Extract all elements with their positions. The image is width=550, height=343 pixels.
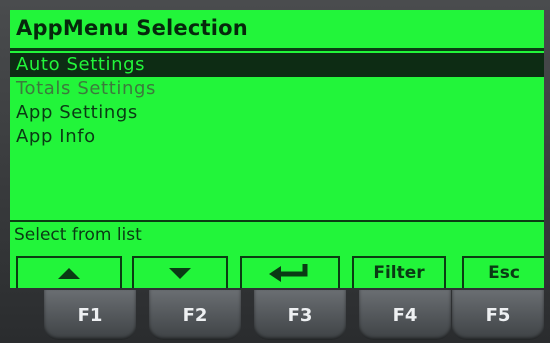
arrow-up-icon [58,267,80,279]
f4-button[interactable]: F4 [359,290,451,340]
title-bar: AppMenu Selection [10,10,544,51]
menu-list: Auto Settings Totals Settings App Settin… [10,51,544,226]
enter-icon [269,264,308,282]
f1-button[interactable]: F1 [44,290,136,340]
softkey-up[interactable] [16,256,122,288]
page-title: AppMenu Selection [16,16,248,40]
menu-item-totals-settings[interactable]: Totals Settings [10,77,544,101]
f5-button[interactable]: F5 [452,290,544,340]
softkey-filter[interactable]: Filter [352,256,446,288]
filter-label: Filter [373,263,425,283]
status-text: Select from list [14,225,142,245]
softkey-row: Filter Esc [10,246,544,288]
softkey-down[interactable] [132,256,228,288]
status-line: Select from list [10,220,544,246]
menu-item-app-settings[interactable]: App Settings [10,101,544,125]
lcd-screen: AppMenu Selection Auto Settings Totals S… [10,10,544,288]
softkey-enter[interactable] [240,256,340,288]
menu-item-app-info[interactable]: App Info [10,125,544,149]
f3-button[interactable]: F3 [254,290,346,340]
esc-label: Esc [488,263,520,283]
softkey-esc[interactable]: Esc [462,256,544,288]
f2-button[interactable]: F2 [149,290,241,340]
menu-item-auto-settings[interactable]: Auto Settings [10,53,544,77]
arrow-down-icon [169,267,191,279]
